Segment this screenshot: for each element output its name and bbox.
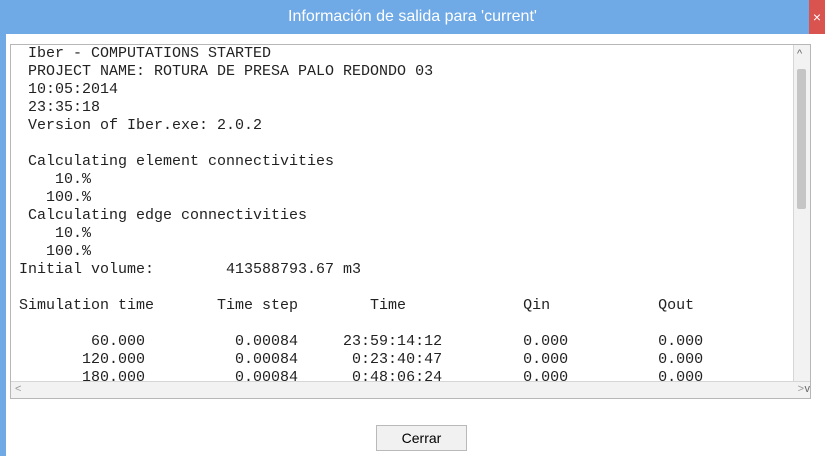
console-line: 120.000 0.00084 0:23:40:47 0.000 0.000: [19, 351, 704, 368]
scroll-right-icon[interactable]: >: [798, 383, 804, 395]
vertical-scrollbar[interactable]: ^: [793, 45, 810, 398]
console-line: 10.%: [19, 225, 92, 242]
console-line: Version of Iber.exe: 2.0.2: [19, 117, 263, 134]
console-line: 100.%: [19, 243, 92, 260]
console-line: Calculating element connectivities: [19, 153, 335, 170]
horizontal-scrollbar[interactable]: < > v: [11, 381, 811, 398]
output-dialog: Información de salida para 'current' × I…: [0, 0, 825, 456]
console-line: PROJECT NAME: ROTURA DE PRESA PALO REDON…: [19, 63, 434, 80]
vertical-scroll-thumb[interactable]: [797, 69, 806, 209]
console-line: 10:05:2014: [19, 81, 119, 98]
titlebar[interactable]: Información de salida para 'current' ×: [0, 0, 825, 34]
console-line: Calculating edge connectivities: [19, 207, 308, 224]
window-title: Información de salida para 'current': [288, 8, 537, 25]
console-line: Iber - COMPUTATIONS STARTED: [19, 45, 272, 62]
scroll-down-icon[interactable]: v: [805, 383, 811, 395]
cerrar-button[interactable]: Cerrar: [376, 425, 467, 451]
close-icon[interactable]: ×: [809, 0, 825, 34]
console-line: 23:35:18: [19, 99, 101, 116]
console-line: Initial volume: 413588793.67 m3: [19, 261, 362, 278]
console-text: Iber - COMPUTATIONS STARTED PROJECT NAME…: [19, 45, 799, 387]
console-line: 100.%: [19, 189, 92, 206]
console-line: Simulation time Time step Time Qin Qout: [19, 297, 695, 314]
output-console[interactable]: Iber - COMPUTATIONS STARTED PROJECT NAME…: [10, 44, 811, 399]
scroll-up-icon[interactable]: ^: [797, 48, 802, 60]
scroll-left-icon[interactable]: <: [15, 383, 21, 395]
console-line: 10.%: [19, 171, 92, 188]
console-line: 60.000 0.00084 23:59:14:12 0.000 0.000: [19, 333, 704, 350]
